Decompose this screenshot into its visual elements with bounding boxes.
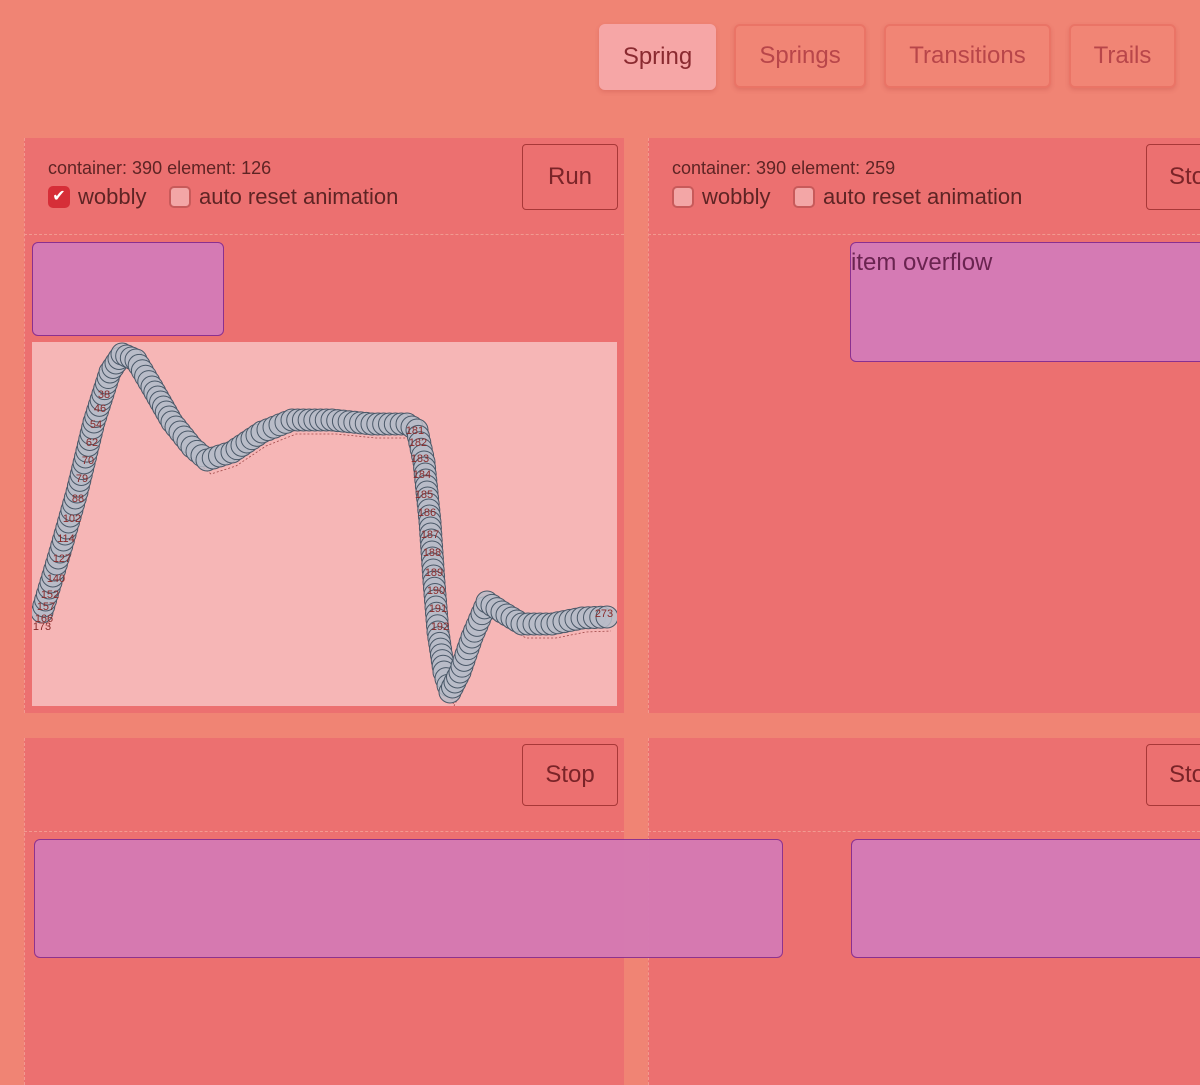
trail-svg: 1731661571521401271141028879706254463818… (30, 342, 619, 708)
tab-transitions[interactable]: Transitions (884, 24, 1051, 88)
marker-label: 88 (72, 493, 84, 505)
auto-reset-label: auto reset animation (199, 184, 399, 209)
animated-item (851, 839, 1200, 958)
panel-divider (648, 234, 1200, 235)
auto-reset-label: auto reset animation (823, 184, 1023, 209)
marker-label: 114 (57, 533, 75, 545)
marker-label: 54 (90, 419, 102, 431)
tab-spring[interactable]: Spring (599, 24, 716, 90)
marker-label: 186 (418, 507, 436, 519)
marker-label: 191 (429, 603, 447, 615)
marker-label: 62 (86, 437, 98, 449)
marker-label: 70 (82, 455, 94, 467)
marker-label: 188 (423, 547, 441, 559)
wobbly-label: wobbly (702, 184, 771, 209)
panel-border (24, 138, 25, 713)
marker-label: 181 (406, 425, 424, 437)
marker-label: 157 (37, 601, 55, 613)
marker-label: 152 (41, 589, 59, 601)
marker-label: 187 (421, 529, 439, 541)
auto-reset-checkbox[interactable] (793, 186, 815, 208)
marker-label: 140 (47, 573, 65, 585)
marker-label: 182 (409, 437, 427, 449)
animated-item (32, 242, 224, 336)
auto-reset-option[interactable]: auto reset animation (169, 184, 398, 210)
item-overflow-text: item overflow (851, 249, 993, 276)
marker-label: 102 (63, 513, 81, 525)
marker-layer (30, 342, 619, 704)
tab-springs[interactable]: Springs (734, 24, 866, 88)
spring-trail-chart: 173 166 157 152 140 127 114 102 88 79 70 62 54 46 38 18… (30, 342, 619, 708)
overflow-wide-item (34, 839, 783, 958)
trail-layer (41, 347, 612, 708)
run-button[interactable]: Run (522, 144, 618, 210)
stop-button[interactable]: Stop (522, 744, 618, 806)
panel-divider (24, 234, 624, 235)
panel-border (648, 138, 649, 713)
marker-label: 46 (94, 403, 106, 415)
marker-label: 127 (53, 553, 71, 565)
auto-reset-checkbox[interactable] (169, 186, 191, 208)
wobbly-option[interactable]: wobbly (48, 184, 146, 210)
marker-label: 184 (413, 469, 431, 481)
wobbly-option[interactable]: wobbly (672, 184, 770, 210)
marker-label: 79 (76, 473, 88, 485)
marker-label: 185 (415, 489, 433, 501)
wobbly-checkbox[interactable] (672, 186, 694, 208)
panel-divider (648, 831, 1200, 832)
spring-panel-2: container: 390 element: 259 wobbly auto … (648, 138, 1200, 713)
stop-button[interactable]: Stop (1146, 144, 1200, 210)
wobbly-label: wobbly (78, 184, 147, 209)
overflow-item: item overflow (850, 242, 1200, 362)
marker-label: 190 (427, 585, 445, 597)
marker-label: 38 (98, 389, 110, 401)
wobbly-checkbox[interactable] (48, 186, 70, 208)
marker-label: 273 (595, 608, 613, 620)
marker-label: 192 (431, 621, 449, 633)
panel-border (24, 738, 25, 1085)
marker-label: 189 (425, 567, 443, 579)
stop-button[interactable]: Stop (1146, 744, 1200, 806)
auto-reset-option[interactable]: auto reset animation (793, 184, 1022, 210)
tab-trails[interactable]: Trails (1069, 24, 1176, 88)
marker-label: 166 (35, 613, 53, 625)
container-info: container: 390 element: 259 (672, 158, 896, 178)
marker-label: 183 (411, 453, 429, 465)
panel-divider (24, 831, 624, 832)
container-info: container: 390 element: 126 (48, 158, 272, 178)
